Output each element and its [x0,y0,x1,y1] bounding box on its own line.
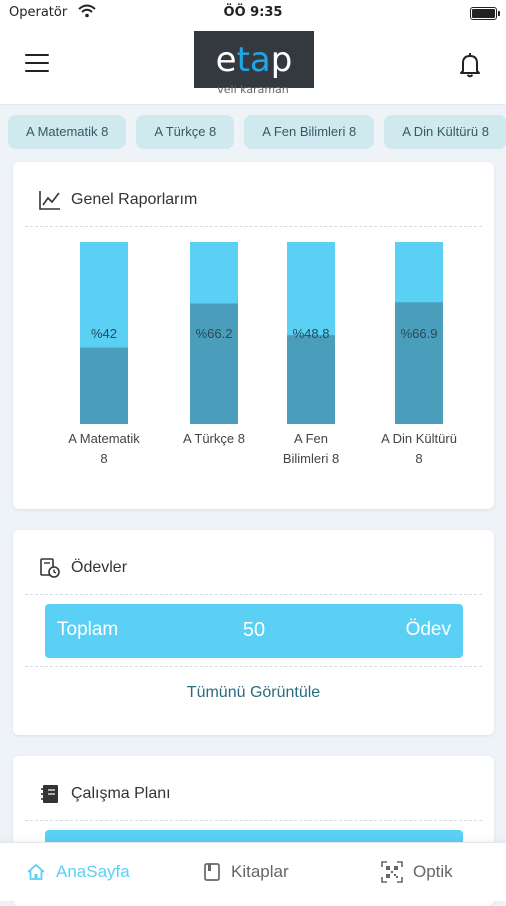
bar[interactable] [80,347,128,424]
battery-icon [470,7,500,20]
reports-card: Genel Raporlarım %42 A Matematik 8 %66.2 A T… [13,162,494,509]
app-header: e ta p veli karaman [0,26,506,105]
category-label: A Türkçe 8 [183,431,245,446]
book-icon [204,863,220,881]
nav-optik-label: Optik [413,862,453,881]
tab-fen[interactable]: A Fen Bilimleri 8 [244,115,375,149]
etap-logo: e ta p [194,31,314,88]
bar-value-label: %48.8 [293,326,330,341]
study-plan-title: Çalışma Planı [71,785,171,802]
menu-icon[interactable] [25,54,49,72]
tab-din[interactable]: A Din Kültürü 8 [384,115,506,149]
username: veli karaman [217,83,289,95]
bar-value-label: %66.2 [196,326,233,341]
nav-optik[interactable]: Optik [381,843,453,901]
bar-value-label: %66.9 [401,326,438,341]
divider [25,594,482,595]
bar[interactable] [287,335,335,424]
bar[interactable] [190,303,238,424]
total-value: 50 [242,619,266,641]
nav-home[interactable]: AnaSayfa [26,843,130,901]
course-tabs: A Matematik 8 A Türkçe 8 A Fen Bilimleri 8… [8,115,506,151]
bar[interactable] [395,302,443,424]
homework-card: Ödevler Toplam 50 Ödev Tümünü Görüntüle [13,530,494,735]
home-icon [27,864,45,880]
category-label: Bilimleri 8 [283,451,339,466]
category-label: A Fen [294,431,328,446]
nav-books[interactable]: Kitaplar [203,843,289,901]
nav-home-label: AnaSayfa [56,862,130,881]
qr-code-icon [381,861,403,883]
homework-total-bar[interactable]: Toplam 50 Ödev [45,604,463,658]
divider [25,666,482,667]
tab-matematik[interactable]: A Matematik 8 [8,115,127,149]
view-all-link[interactable]: Tümünü Görüntüle [13,684,494,702]
total-unit: Ödev [405,619,451,640]
category-label: 8 [415,451,422,466]
divider [25,820,482,821]
bottom-nav: AnaSayfa Kitaplar Optik [0,842,506,901]
category-label: 8 [100,451,107,466]
bar-value-label: %42 [91,326,117,341]
homework-title: Ödevler [71,559,128,576]
category-label: A Matematik [68,431,140,446]
clock: ÖÖ 9:35 [223,5,283,20]
reports-chart: %42 A Matematik 8 %66.2 A Türkçe 8 %48.8 A Fen… [68,242,457,466]
category-label: A Din Kültürü [381,431,457,446]
nav-books-label: Kitaplar [231,862,289,881]
homework-icon [40,558,60,578]
status-bar: Operatör ÖÖ 9:35 [0,0,506,26]
notebook-icon [41,785,58,803]
bell-icon[interactable] [458,52,482,78]
tab-turkce[interactable]: A Türkçe 8 [136,115,235,149]
